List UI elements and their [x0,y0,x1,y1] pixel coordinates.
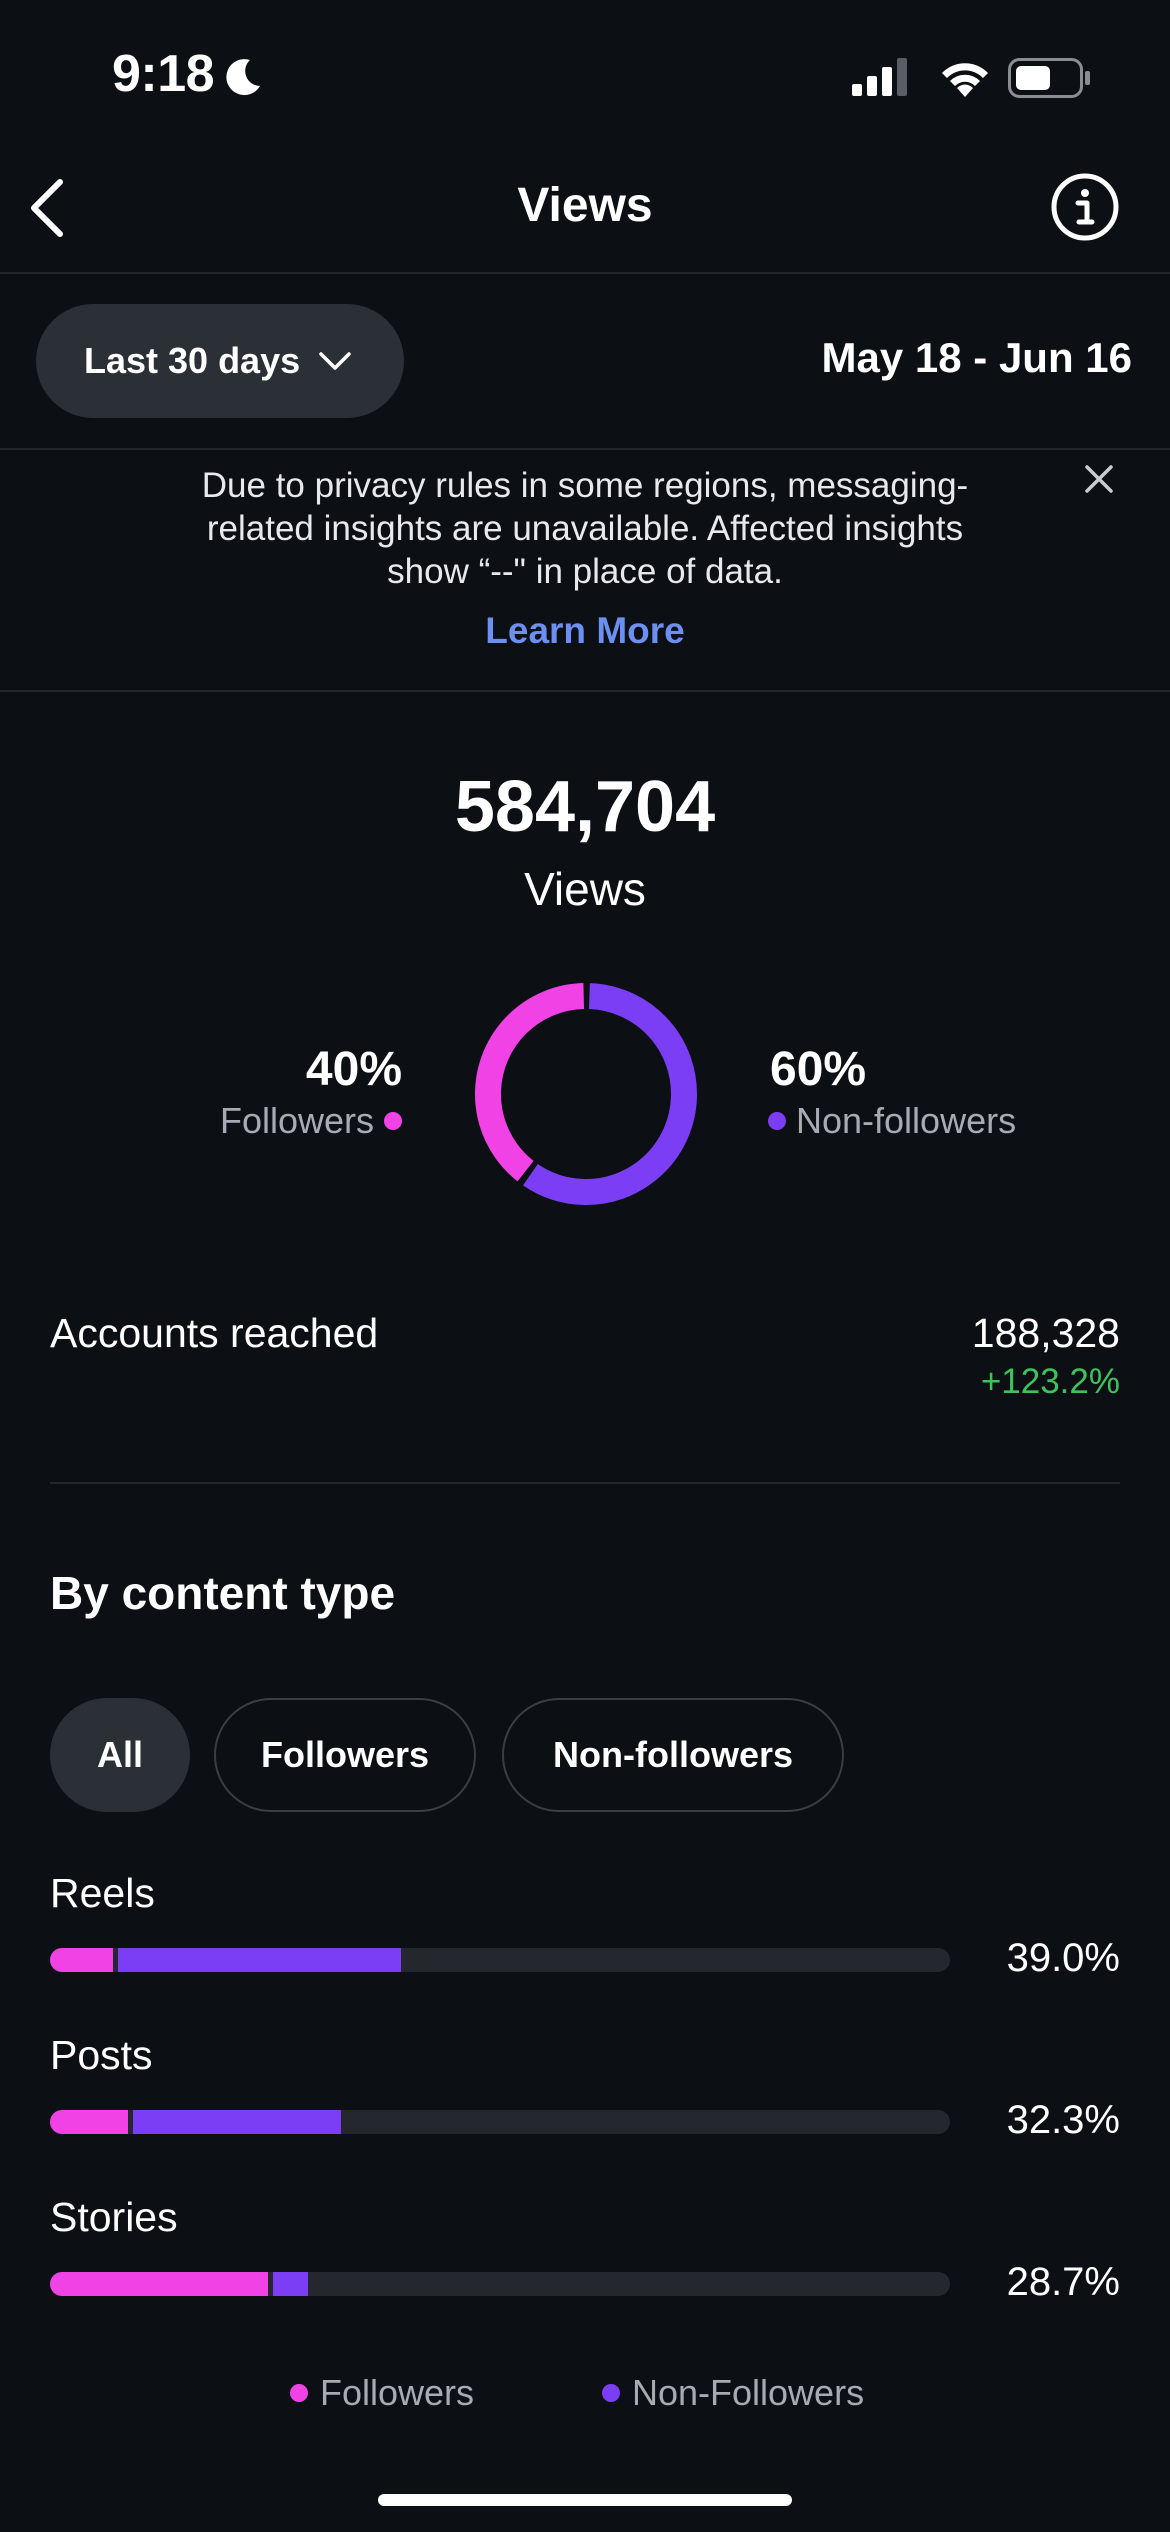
legend-label: Followers [320,2372,475,2413]
followers-label: Followers [219,1100,374,1141]
filter-chip-followers[interactable]: Followers [214,1698,476,1812]
followers-segment [50,2110,129,2134]
date-range-dropdown[interactable]: Last 30 days [36,304,404,418]
content-type-label: Posts [50,2032,153,2078]
accounts-reached-value: 188,328 [971,1310,1120,1356]
nonfollowers-label: Non-followers [796,1100,1017,1141]
followers-segment [50,2272,268,2296]
content-type-bar [50,2272,950,2296]
total-views-label: Views [524,863,646,915]
content-type-percent: 32.3% [1006,2098,1120,2142]
info-icon[interactable] [1050,172,1120,242]
content-type-percent: 28.7% [1006,2260,1120,2304]
wifi-icon [942,63,988,97]
accounts-reached-label: Accounts reached [50,1310,379,1356]
legend-nonfollowers: Non-Followers [602,2372,864,2414]
date-range-label: Last 30 days [84,340,301,381]
nonfollowers-segment [118,1948,401,1972]
followers-segment [50,1948,113,1972]
close-icon[interactable] [1080,460,1118,498]
followers-legend: Followers [220,1100,402,1142]
views-donut-chart [475,983,697,1205]
divider [0,272,1170,274]
privacy-notice-line: related insights are unavailable. Affect… [206,509,964,548]
privacy-notice: Due to privacy rules in some regions, me… [150,464,1020,593]
divider [0,690,1170,692]
learn-more-link[interactable]: Learn More [0,610,1170,652]
content-type-percent: 39.0% [1006,1936,1120,1980]
content-type-label: Reels [50,1870,155,1916]
section-heading: By content type [50,1567,396,1619]
cellular-signal-icon [852,58,907,96]
date-range-text: May 18 - Jun 16 [821,334,1132,381]
nonfollowers-legend: Non-followers [768,1100,1016,1142]
nonfollowers-dot [768,1112,786,1130]
filter-chip-nonfollowers[interactable]: Non-followers [502,1698,844,1812]
nonfollowers-segment [272,2272,309,2296]
privacy-notice-line: show “--" in place of data. [387,552,783,591]
followers-dot [290,2384,308,2402]
nonfollowers-percent: 60% [770,1043,867,1096]
legend-label: Non-Followers [632,2372,865,2413]
followers-dot [384,1112,402,1130]
moon-icon [226,59,260,96]
legend-followers: Followers [290,2372,474,2414]
divider [50,1482,1120,1484]
followers-percent: 40% [305,1043,402,1096]
content-type-label: Stories [50,2194,178,2240]
content-type-bar [50,1948,950,1972]
content-type-bar [50,2110,950,2134]
status-time: 9:18 [112,45,215,103]
nonfollowers-segment [133,2110,341,2134]
filter-chip-all[interactable]: All [50,1698,190,1812]
divider [0,448,1170,450]
accounts-reached-change: +123.2% [980,1362,1120,1401]
chevron-down-icon [319,352,351,370]
nonfollowers-dot [602,2384,620,2402]
page-title: Views [517,179,653,232]
home-indicator [378,2494,792,2506]
total-views: 584,704 [454,767,716,847]
privacy-notice-line: Due to privacy rules in some regions, me… [201,466,969,505]
battery-icon [1008,58,1090,98]
